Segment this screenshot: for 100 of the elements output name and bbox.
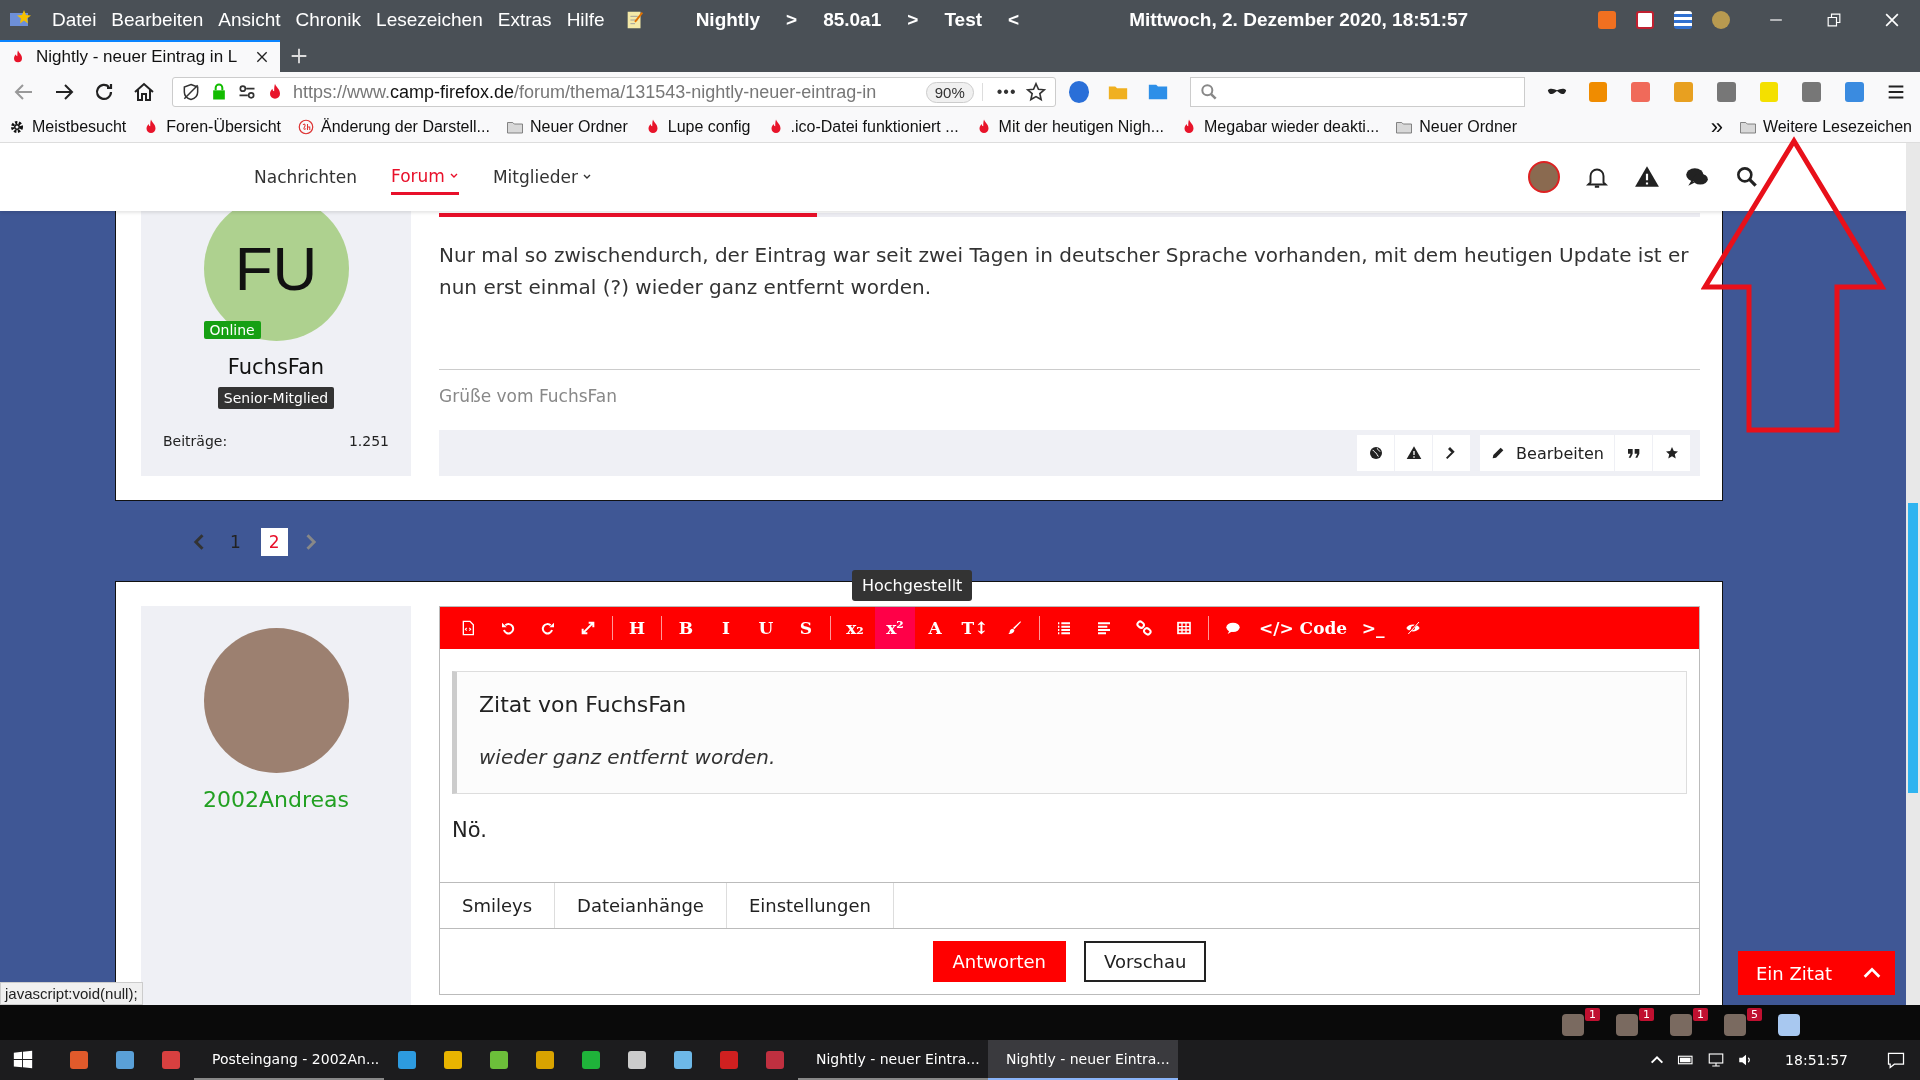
page-actions-button[interactable]: ••• <box>981 83 1017 101</box>
bookmark-item[interactable]: Neuer Ordner <box>1395 118 1518 136</box>
scroll-top-button[interactable] <box>1849 951 1895 995</box>
round-logo-icon <box>296 118 315 136</box>
tray-app-icon[interactable] <box>1616 1014 1638 1036</box>
quote-button[interactable] <box>1615 435 1652 471</box>
clock[interactable]: 18:51:57 <box>1785 1052 1848 1068</box>
nav-link[interactable]: Forum <box>391 159 459 195</box>
globe-button[interactable] <box>1357 435 1395 471</box>
format-button[interactable]: >_ <box>1353 607 1394 649</box>
notification-count: 1 <box>1639 1008 1654 1021</box>
menu-item[interactable]: Ansicht <box>218 9 281 31</box>
edit-button[interactable]: Bearbeiten <box>1480 435 1614 471</box>
format-button[interactable]: I <box>706 607 746 649</box>
more-bookmarks-chevron[interactable]: » <box>1710 116 1723 138</box>
editor-tab[interactable]: Smileys <box>440 883 556 928</box>
tray-app-icon[interactable] <box>1562 1014 1584 1036</box>
menu-item[interactable]: Bearbeiten <box>111 9 204 31</box>
nav-link[interactable]: Mitglieder <box>492 159 592 195</box>
title-text: > <box>907 9 919 31</box>
report-button[interactable] <box>1395 435 1433 471</box>
format-button[interactable]: U <box>746 607 786 649</box>
title-text: < <box>1008 9 1020 31</box>
bookmark-star-icon[interactable] <box>1024 81 1047 103</box>
menu-item[interactable]: Lesezeichen <box>376 9 483 31</box>
format-button[interactable]: </> Code <box>1253 607 1354 649</box>
title-datetime: Mittwoch, 2. Dezember 2020, 18:51:57 <box>1129 9 1469 31</box>
format-button[interactable]: B <box>666 607 706 649</box>
search-field[interactable] <box>1190 77 1525 107</box>
author-name[interactable]: FuchsFan <box>227 355 325 379</box>
title-text: 85.0a1 <box>823 9 882 31</box>
menu-item[interactable]: Chronik <box>295 9 362 31</box>
warning-icon[interactable] <box>1634 164 1660 190</box>
extension-icon[interactable] <box>1802 82 1822 102</box>
tooltip: Hochgestellt <box>852 570 973 601</box>
brush-extension-icon[interactable] <box>1712 11 1731 29</box>
nav-link[interactable]: Nachrichten <box>254 159 357 195</box>
bookmark-button[interactable] <box>1653 435 1690 471</box>
extension-icon[interactable] <box>1845 82 1865 102</box>
editor-tab[interactable]: Einstellungen <box>726 883 894 928</box>
rank-badge: Senior-Mitglied <box>217 387 335 409</box>
bookmark-item[interactable]: Foren-Übersicht <box>142 118 281 136</box>
editor-tab[interactable]: Dateianhänge <box>555 883 727 928</box>
bookmark-item[interactable]: Neuer Ordner <box>505 118 628 136</box>
format-button[interactable]: A <box>915 607 955 649</box>
close-icon[interactable] <box>254 49 270 65</box>
bookmark-item[interactable]: Weitere Lesezeichen <box>1738 118 1912 136</box>
format-button[interactable]: H <box>617 607 657 649</box>
bookmark-item[interactable]: Lupe config <box>643 118 751 136</box>
title-text: Test <box>944 9 983 31</box>
search-icon[interactable] <box>1734 164 1760 190</box>
editor-text: Nö. <box>452 818 488 842</box>
preview-button[interactable]: Vorschau <box>1084 941 1207 982</box>
menu-item[interactable]: Extras <box>497 9 552 31</box>
letter-extension-icon[interactable] <box>1636 11 1655 29</box>
moderate-button[interactable] <box>1433 435 1471 471</box>
quote-title: Zitat von FuchsFan <box>479 692 688 717</box>
notification-icon[interactable] <box>1886 1050 1906 1070</box>
hidden-eye-icon <box>1405 620 1422 636</box>
bookmark-item[interactable]: Megabar wieder deakti... <box>1180 118 1380 136</box>
source-icon <box>460 620 476 636</box>
menu-item[interactable]: Hilfe <box>566 9 605 31</box>
taskbar-window[interactable]: Nightly - neuer Eintra... <box>988 1040 1178 1080</box>
extension-icon[interactable] <box>1716 82 1736 102</box>
avatar-placeholder[interactable] <box>1528 161 1560 193</box>
list-icon <box>1056 620 1072 636</box>
network-icon[interactable] <box>1707 1051 1726 1069</box>
tray-app-icon[interactable] <box>1778 1014 1800 1036</box>
notification-count: 1 <box>1585 1008 1600 1021</box>
submit-button[interactable]: Antworten <box>932 941 1066 982</box>
url-text: https://www.camp-firefox.de/forum/thema/131543-nightly-neuer-eintrag-in <box>293 81 878 103</box>
bookmark-item[interactable]: Mit der heutigen Nigh... <box>974 118 1164 136</box>
gear-icon <box>8 118 26 136</box>
permissions-icon[interactable] <box>237 82 257 102</box>
format-button[interactable]: S <box>786 607 826 649</box>
taskbar-window[interactable]: Posteingang - 2002An... <box>194 1040 384 1080</box>
bookmark-item[interactable]: Meistbesucht <box>8 118 127 136</box>
tray-app-icon[interactable] <box>1724 1014 1746 1036</box>
title-text: Nightly <box>695 9 761 31</box>
browser-tab[interactable]: Nightly - neuer Eintrag in L <box>0 40 280 72</box>
quote-button[interactable]: Ein Zitat <box>1738 951 1850 995</box>
status-url: javascript:void(null); <box>0 982 143 1005</box>
zoom-level[interactable]: 90% <box>925 81 974 103</box>
extension-icon[interactable] <box>1631 82 1651 102</box>
menu-item[interactable]: Datei <box>52 9 97 31</box>
page-link[interactable]: 2 <box>260 528 288 556</box>
scrollbar[interactable] <box>1906 143 1920 1005</box>
shield-icon[interactable] <box>181 82 201 102</box>
address-field[interactable]: https://www.camp-firefox.de/forum/thema/131543-nightly-neuer-eintrag-in 90% ••• <box>172 77 1056 107</box>
format-button[interactable]: T↕ <box>955 607 995 649</box>
globe-extension-icon[interactable] <box>1068 81 1090 103</box>
format-button[interactable]: x² <box>875 607 915 649</box>
title-text: > <box>786 9 798 31</box>
sync-extension-icon[interactable] <box>1598 11 1617 29</box>
bookmark-item[interactable]: .ico-Datei funktioniert ... <box>766 118 959 136</box>
start-icon[interactable] <box>12 1049 34 1071</box>
tray-app-icon[interactable] <box>1670 1014 1692 1036</box>
format-button[interactable]: x₂ <box>835 607 875 649</box>
striped-extension-icon[interactable] <box>1674 11 1693 29</box>
bookmark-item[interactable]: Änderung der Darstell... <box>296 118 490 136</box>
